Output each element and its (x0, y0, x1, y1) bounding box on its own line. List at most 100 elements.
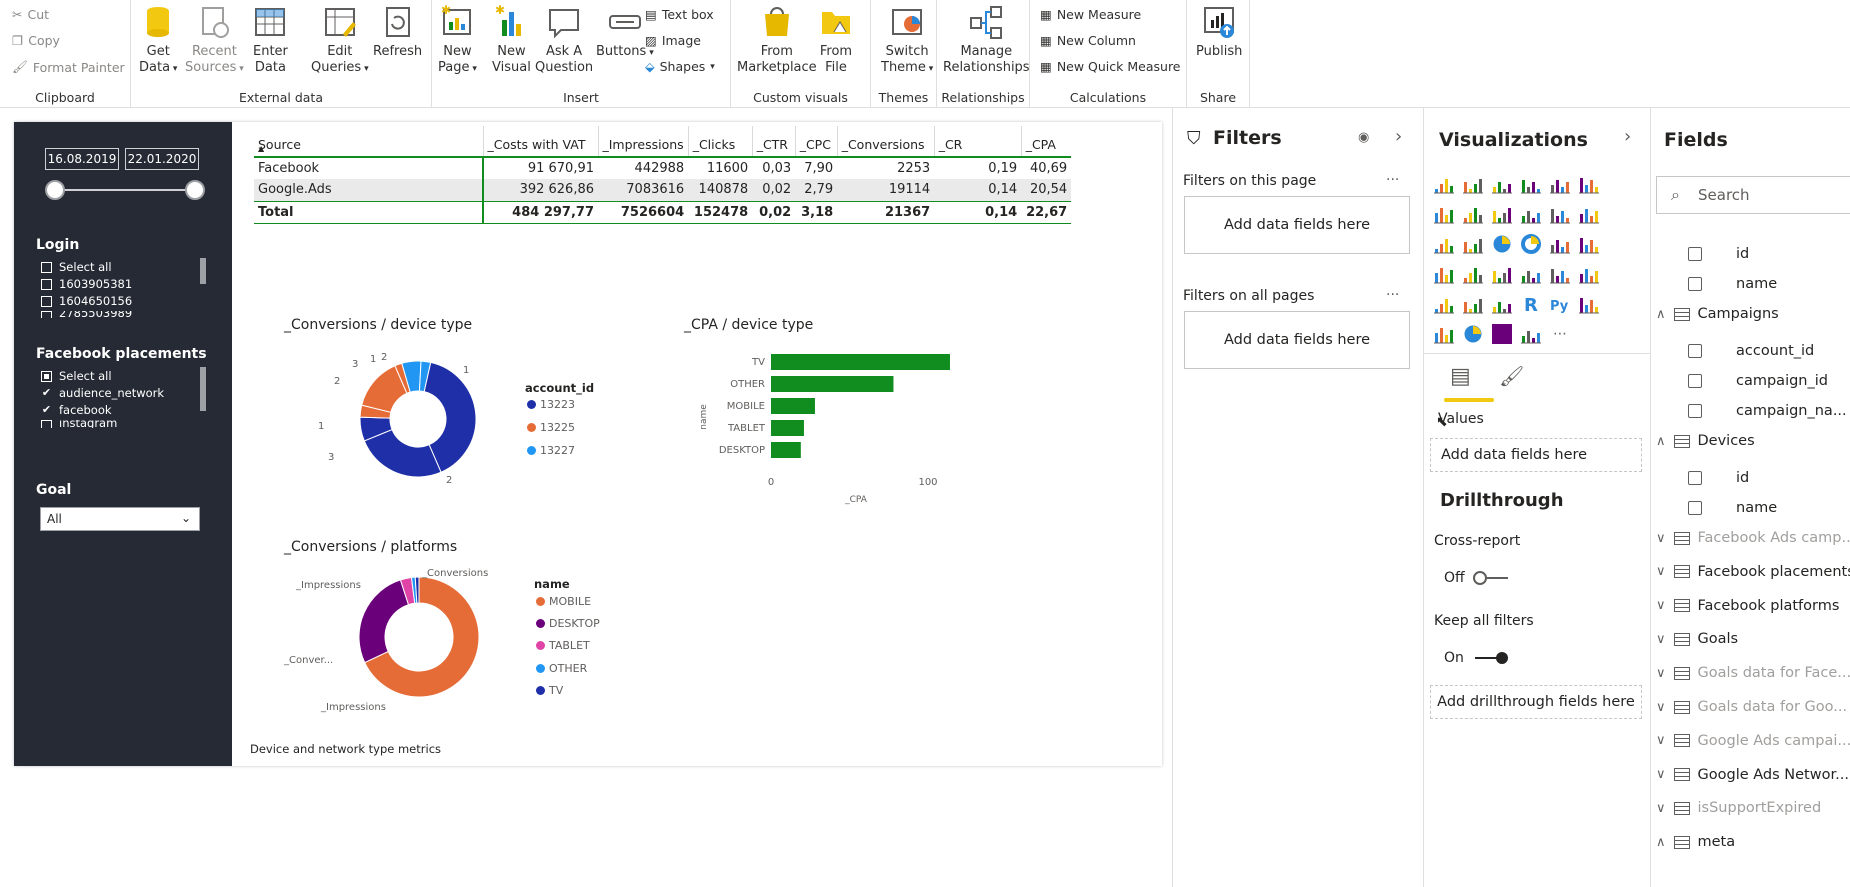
checkbox-icon[interactable] (1688, 344, 1702, 358)
placements-item[interactable]: facebook (41, 403, 112, 417)
chevron-up-icon[interactable]: ∧ (1656, 835, 1666, 850)
ellipsis-icon[interactable]: ⋯ (1549, 323, 1578, 353)
image-button[interactable]: ▨ Image (645, 33, 701, 48)
line-icon[interactable] (1433, 203, 1462, 233)
chevron-up-icon[interactable]: ∧ (1656, 307, 1666, 322)
table-node[interactable]: ∧ meta (1656, 832, 1735, 852)
table-node[interactable]: ∨ Facebook platforms (1656, 596, 1839, 616)
chevron-down-icon[interactable]: ∨ (1656, 801, 1666, 816)
qa-icon[interactable] (1433, 323, 1462, 353)
slicer-icon[interactable] (1433, 293, 1462, 323)
matrix-header[interactable]: _CTR (751, 126, 796, 157)
map-icon[interactable] (1578, 233, 1607, 263)
format-painter-button[interactable]: 🖌 Format Painter (12, 59, 125, 75)
publish-button[interactable]: Publish (1196, 4, 1242, 60)
cpa-bar[interactable] (771, 442, 801, 458)
line-clustered-icon[interactable] (1549, 203, 1578, 233)
chevron-down-icon[interactable]: ∨ (1656, 700, 1666, 715)
checkbox-icon[interactable] (1688, 471, 1702, 485)
cross-report-toggle[interactable]: Off (1444, 570, 1511, 586)
100-column-icon[interactable] (1578, 173, 1607, 203)
from-file-button[interactable]: From File (819, 4, 853, 76)
donut-icon[interactable] (1520, 233, 1549, 263)
treemap-icon[interactable] (1549, 233, 1578, 263)
table-node[interactable]: ∨ Facebook Ads camp... (1656, 528, 1850, 548)
all-pages-filter-drop-zone[interactable]: Add data fields here (1184, 311, 1410, 369)
date-slider-start-handle[interactable] (45, 180, 65, 200)
checkbox-icon[interactable] (1688, 404, 1702, 418)
table-node[interactable]: ∨ Facebook placements (1656, 562, 1850, 582)
100-bar-icon[interactable] (1549, 173, 1578, 203)
chevron-down-icon[interactable]: ∨ (1656, 666, 1666, 681)
legend-item[interactable]: 13223 (527, 398, 575, 411)
stacked-column-icon[interactable] (1462, 173, 1491, 203)
matrix-header[interactable]: Source (254, 126, 483, 157)
total-row[interactable]: Total 484 297,77 7526604 152478 0,02 3,18 2136… (254, 200, 1072, 224)
new-visual-button[interactable]: ✱ New Visual (492, 4, 531, 76)
keep-all-filters-toggle[interactable]: On (1444, 650, 1510, 666)
date-slider-end-handle[interactable] (185, 180, 205, 200)
placements-scrollbar[interactable] (200, 367, 206, 411)
legend-item[interactable]: DESKTOP (536, 617, 600, 630)
chevron-down-icon[interactable]: ∨ (1656, 767, 1666, 782)
refresh-button[interactable]: Refresh (373, 4, 422, 60)
chevron-up-icon[interactable]: ∧ (1656, 434, 1666, 449)
matrix-icon[interactable] (1491, 293, 1520, 323)
field-item[interactable]: campaign_id (1688, 371, 1828, 391)
new-quick-measure-button[interactable]: ▦ New Quick Measure (1040, 59, 1181, 74)
table-icon[interactable] (1462, 293, 1491, 323)
area-icon[interactable] (1462, 203, 1491, 233)
legend-item[interactable]: 13225 (527, 421, 575, 434)
chevron-down-icon[interactable]: ∨ (1656, 564, 1666, 579)
table-node[interactable]: ∧ Campaigns (1656, 304, 1779, 324)
checkbox-icon[interactable] (1688, 247, 1702, 261)
goal-dropdown[interactable]: All ⌄ (40, 507, 200, 531)
filled-map-icon[interactable] (1433, 263, 1462, 293)
recent-sources-button[interactable]: Recent Sources (185, 4, 244, 77)
eye-icon[interactable]: ◉ (1358, 130, 1369, 145)
legend-item[interactable]: OTHER (536, 662, 587, 675)
legend-item[interactable]: TV (536, 684, 563, 697)
values-drop-zone[interactable]: Add data fields here (1430, 438, 1642, 472)
checkbox-icon[interactable] (1688, 277, 1702, 291)
chevron-down-icon[interactable]: ∨ (1656, 733, 1666, 748)
table-node[interactable]: ∨ isSupportExpired (1656, 798, 1821, 818)
table-node[interactable]: ∨ Goals (1656, 629, 1738, 649)
switch-theme-button[interactable]: Switch Theme (881, 4, 933, 77)
placements-item[interactable]: audience_network (41, 386, 164, 400)
edit-queries-button[interactable]: Edit Queries (311, 4, 369, 77)
funnel-icon[interactable] (1462, 263, 1491, 293)
fields-tab-icon[interactable]: ▤ (1450, 364, 1471, 389)
cpa-bar[interactable] (771, 354, 950, 370)
page-filter-drop-zone[interactable]: Add data fields here (1184, 196, 1410, 254)
chevron-down-icon[interactable]: ∨ (1656, 598, 1666, 613)
sort-ascending-icon[interactable]: ▲ (258, 144, 264, 153)
legend-item[interactable]: MOBILE (536, 595, 591, 608)
table-node[interactable]: ∨ Goals data for Face... (1656, 663, 1850, 683)
copy-button[interactable]: ❐ Copy (12, 33, 60, 48)
checkbox-icon[interactable] (1688, 501, 1702, 515)
gauge-icon[interactable] (1491, 263, 1520, 293)
matrix-header[interactable]: _Clicks (687, 126, 753, 157)
table-node[interactable]: ∨ Google Ads Networ... (1656, 765, 1849, 785)
field-item[interactable]: id (1688, 244, 1749, 264)
table-row[interactable]: Facebook 91 670,91 442988 11600 0,03 7,90 2253… (254, 157, 1071, 179)
more-visuals-icon[interactable] (1520, 323, 1549, 353)
ask-question-button[interactable]: Ask A Question (535, 4, 593, 76)
cpa-bar-chart[interactable]: TV OTHER MOBILE TABLET DESKTOP name 0 100 _CPA (664, 347, 964, 507)
login-select-all[interactable]: Select all (41, 260, 112, 274)
matrix-header[interactable]: _CPA (1020, 126, 1072, 157)
r-visual-icon[interactable]: R (1520, 293, 1549, 323)
python-visual-icon[interactable]: Py (1549, 293, 1578, 323)
search-input[interactable]: Search (1698, 186, 1750, 204)
table-node[interactable]: ∨ Google Ads campai... (1656, 731, 1850, 751)
clustered-bar-icon[interactable] (1491, 173, 1520, 203)
get-data-button[interactable]: Get Data (139, 4, 177, 77)
date-to-input[interactable]: 22.01.2020 (125, 148, 199, 170)
multirow-card-icon[interactable] (1549, 263, 1578, 293)
field-item[interactable]: name (1688, 498, 1777, 518)
clustered-column-icon[interactable] (1520, 173, 1549, 203)
donut2-slice[interactable] (358, 579, 410, 664)
collapse-filters-icon[interactable]: › (1395, 126, 1402, 147)
drillthrough-drop-zone[interactable]: Add drillthrough fields here (1430, 685, 1642, 719)
